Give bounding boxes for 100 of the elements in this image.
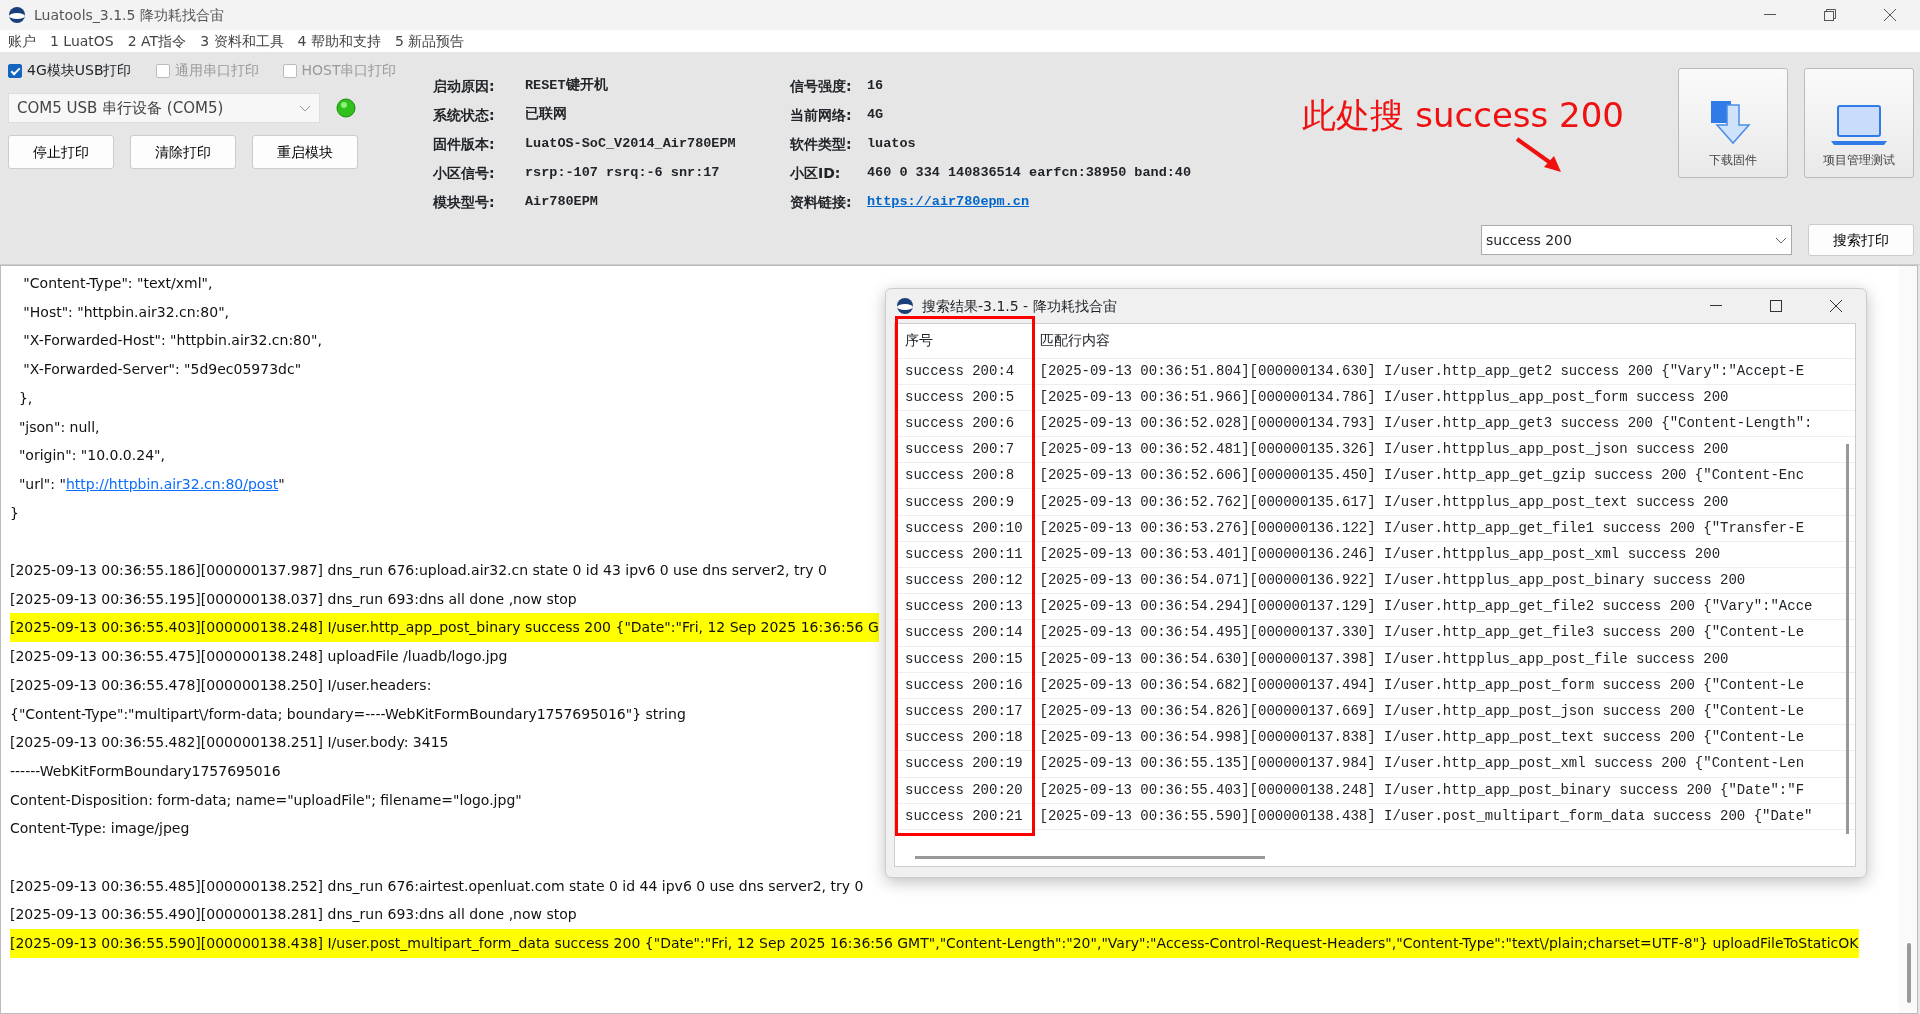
table-cell: [2025-09-13 00:36:53.401][000000136.246] I/user.httpplus_app_post_xml success 200 [1029,541,1855,568]
info-label: 当前网络: [790,106,853,125]
log-line: "json": null, [17,417,100,437]
minimize-icon[interactable] [1710,305,1722,307]
action-button[interactable]: 重启模块 [252,135,358,169]
table-cell: success 200:20 [895,777,1030,804]
column-header: 序号 [895,324,1030,358]
table-cell: [2025-09-13 00:36:51.804][000000134.630] I/user.http_app_get2 success 200 {"Vary":"Accept-E [1029,358,1855,385]
info-label: 信号强度: [790,77,853,96]
table-cell: [2025-09-13 00:36:52.606][000000135.450] I/user.http_app_get_gzip success 200 {"Content-Enc [1029,462,1855,489]
log-line: "X-Forwarded-Server": "5d9ec05973dc" [22,360,302,380]
checkbox[interactable] [282,63,297,78]
table-cell: success 200:18 [895,724,1030,751]
menu-item[interactable]: 4 帮助和支持 [297,30,381,52]
log-line: "Content-Type": "text/xml", [22,274,213,293]
info-label: 模块型号: [433,193,496,212]
menu-item[interactable]: 3 资料和工具 [200,30,284,52]
info-value: Air780EPM [525,193,599,211]
tool-button[interactable]: 下载固件 [1678,68,1788,178]
table-cell: [2025-09-13 00:36:55.590][000000138.438] I/user.post_multipart_form_data success 200 {"Date" [1029,803,1855,830]
table-cell: [2025-09-13 00:36:54.682][000000137.494] I/user.http_app_post_form success 200 {"Content-Le [1029,672,1855,699]
info-label: 系统状态: [433,106,496,125]
info-value: 460 0 334 140836514 earfcn:38950 band:40 [867,164,1192,182]
log-link[interactable]: http://httpbin.air32.cn:80/post [65,475,279,492]
log-line: [2025-09-13 00:36:55.478][000000138.250] I/user.headers: [10,675,432,695]
table-cell: [2025-09-13 00:36:52.762][000000135.617] I/user.httpplus_app_post_text success 200 [1029,488,1855,516]
info-value: 已联网 [525,105,568,124]
log-line: [2025-09-13 00:36:55.485][000000138.252] dns_run 676:airtest.openluat.com state 0 id 44 ipv6 0 use dns server2, try 0 [10,876,864,896]
close-icon[interactable] [1884,9,1896,21]
minimize-icon[interactable] [1764,14,1776,16]
info-label: 固件版本: [433,135,496,154]
info-value: luatos [867,135,917,153]
info-label: 小区信号: [433,164,496,183]
menu-item[interactable]: 2 AT指令 [127,30,187,52]
menu-item[interactable]: 1 LuatOS [50,30,114,52]
table-cell: success 200:7 [895,436,1030,463]
table-cell: [2025-09-13 00:36:55.403][000000138.248] I/user.http_app_post_binary success 200 {"Date":"F [1029,777,1855,804]
table-cell: success 200:15 [895,646,1030,673]
log-line: "origin": "10.0.0.24", [17,446,165,466]
restore-icon[interactable] [1824,9,1836,21]
log-line: ------WebKitFormBoundary1757695016 [10,761,281,781]
log-line: "X-Forwarded-Host": "httpbin.air32.cn:80", [22,331,322,351]
log-line: [2025-09-13 00:36:55.475][000000138.248] uploadFile /luadb/logo.jpg [10,647,508,667]
window-title: Luatools_3.1.5 降功耗找合宙 [34,5,224,25]
action-button[interactable]: 停止打印 [8,135,114,169]
checkbox[interactable] [8,63,22,78]
table-cell: [2025-09-13 00:36:54.495][000000137.330] I/user.http_app_get_file3 success 200 {"Content-Le [1029,619,1855,647]
table-cell: success 200:9 [895,488,1030,516]
log-line: [2025-09-13 00:36:55.195][000000138.037] dns_run 693:dns all done ,now stop [10,589,577,609]
column-header: 匹配行内容 [1029,324,1855,358]
log-line: "url": "http://httpbin.air32.cn:80/post" [17,474,285,494]
table-cell: success 200:4 [895,358,1030,385]
info-link[interactable]: https://air780epm.cn [867,192,1192,213]
info-label: 小区ID: [790,164,842,183]
menu-item[interactable]: 账户 [8,30,36,52]
table-cell: success 200:19 [895,750,1030,777]
table-cell: [2025-09-13 00:36:55.135][000000137.984] I/user.http_app_post_xml success 200 {"Content-Len [1029,750,1855,777]
log-line: Content-Type: image/jpeg [10,819,190,839]
app-logo-icon [896,297,914,315]
info-value: 16 [867,77,885,95]
tool-button[interactable]: 项目管理测试 [1804,68,1914,178]
table-cell: success 200:11 [895,541,1030,568]
status-led-icon [336,98,356,118]
table-cell: success 200:21 [895,803,1030,830]
log-line: {"Content-Type":"multipart\/form-data; boundary=----WebKitFormBoundary1757695016"} string [10,704,686,724]
table-cell: [2025-09-13 00:36:54.826][000000137.669] I/user.http_app_post_json success 200 {"Content-Le [1029,698,1855,725]
table-cell: success 200:16 [895,672,1030,699]
table-cell: [2025-09-13 00:36:52.028][000000134.793] I/user.http_app_get3 success 200 {"Content-Length": [1029,410,1855,437]
table-cell: [2025-09-13 00:36:54.294][000000137.129] I/user.http_app_get_file2 success 200 {"Vary":"Acce [1029,593,1855,620]
port-select[interactable]: COM5 USB 串行设备 (COM5) [8,93,320,123]
log-line: [2025-09-13 00:36:55.490][000000138.281] dns_run 693:dns all done ,now stop [10,905,577,925]
table-cell: success 200:12 [895,567,1030,594]
dialog-title: 搜索结果-3.1.5 - 降功耗找合宙 [922,296,1117,316]
checkbox[interactable] [155,63,170,78]
log-line: } [10,503,19,523]
table-cell: success 200:13 [895,593,1030,620]
info-label: 资料链接: [790,193,853,212]
info-value: RESET键开机 [525,76,609,95]
search-print-button[interactable]: 搜索打印 [1808,224,1914,256]
table-cell: success 200:8 [895,462,1030,489]
close-icon[interactable] [1830,300,1842,312]
log-line: "Host": "httpbin.air32.cn:80", [22,302,230,322]
search-field[interactable]: success 200 [1481,225,1792,255]
table-cell: [2025-09-13 00:36:54.630][000000137.398] I/user.httpplus_app_post_file success 200 [1029,646,1855,673]
annotation-arrow [1514,136,1564,174]
maximize-icon[interactable] [1770,300,1782,312]
log-line: [2025-09-13 00:36:55.482][000000138.251] I/user.body: 3415 [10,733,449,753]
table-cell: success 200:10 [895,515,1030,542]
info-label: 启动原因: [433,77,496,96]
laptop-icon [1830,103,1888,147]
table-cell: [2025-09-13 00:36:53.276][000000136.122] I/user.http_app_get_file1 success 200 {"Transfer-E [1029,515,1855,542]
menu-item[interactable]: 5 新品预告 [394,30,465,52]
app-logo-icon [8,6,26,24]
table-cell: success 200:14 [895,619,1030,647]
log-line: [2025-09-13 00:36:55.186][000000137.987] dns_run 676:upload.air32.cn state 0 id 43 ipv6 0 use dns server2, try 0 [10,561,827,580]
log-line: Content-Disposition: form-data; name="uploadFile"; filename="logo.jpg" [10,790,522,810]
log-line: }, [17,388,33,408]
checkbox-label[interactable]: 4G模块USB打印 [27,60,132,81]
action-button[interactable]: 清除打印 [130,135,236,169]
info-value: 4G [867,106,885,124]
